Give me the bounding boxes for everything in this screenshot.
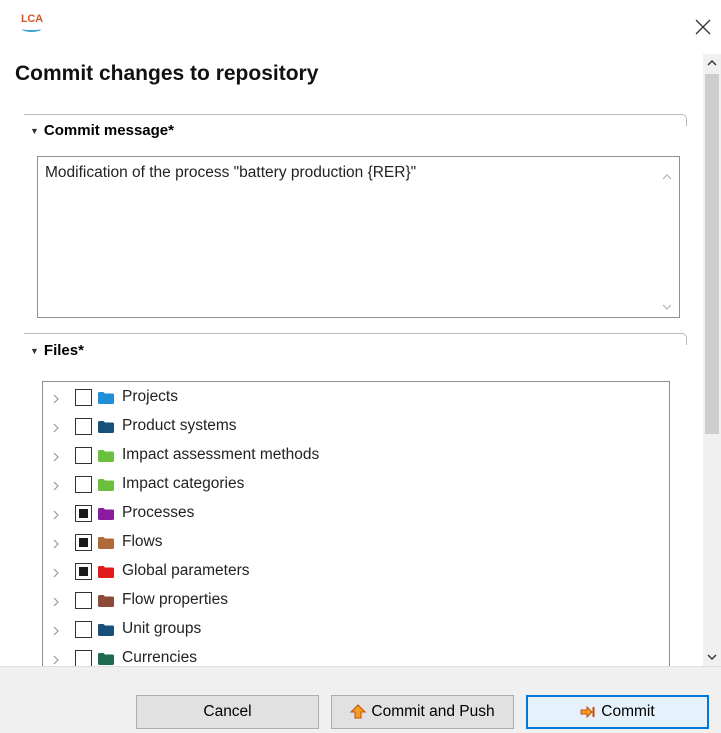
tree-item-checkbox[interactable] bbox=[75, 534, 92, 551]
collapse-triangle-icon: ▼ bbox=[30, 345, 39, 356]
tree-item-label: Flow properties bbox=[122, 591, 228, 608]
commit-button[interactable]: Commit bbox=[526, 695, 709, 729]
folder-icon bbox=[98, 623, 114, 636]
title-bar: LCA bbox=[0, 0, 721, 56]
button-bar: Cancel Commit and Push Commit bbox=[0, 666, 721, 733]
tree-item-label: Unit groups bbox=[122, 620, 202, 637]
expand-chevron-icon[interactable] bbox=[51, 653, 61, 665]
tree-item-label: Projects bbox=[122, 388, 178, 405]
folder-icon bbox=[98, 478, 114, 491]
folder-icon bbox=[98, 507, 114, 520]
push-arrow-icon bbox=[350, 704, 367, 719]
collapse-triangle-icon: ▼ bbox=[30, 125, 39, 136]
tree-item-checkbox[interactable] bbox=[75, 650, 92, 667]
tree-item-label: Global parameters bbox=[122, 562, 250, 579]
tree-item-checkbox[interactable] bbox=[75, 563, 92, 580]
folder-icon bbox=[98, 449, 114, 462]
files-header-label: Files* bbox=[43, 342, 84, 359]
tree-item[interactable]: Product systems bbox=[43, 412, 669, 441]
commit-and-push-label: Commit and Push bbox=[371, 703, 495, 720]
commit-message-text[interactable]: Modification of the process "battery pro… bbox=[45, 164, 416, 182]
tree-item-label: Impact assessment methods bbox=[122, 446, 320, 463]
expand-chevron-icon[interactable] bbox=[51, 392, 61, 404]
folder-icon bbox=[98, 652, 114, 665]
expand-chevron-icon[interactable] bbox=[51, 479, 61, 491]
tree-item-checkbox[interactable] bbox=[75, 389, 92, 406]
files-tree[interactable]: Projects Product systems Impact assessment… bbox=[42, 381, 670, 667]
scroll-up-icon[interactable] bbox=[703, 54, 721, 72]
tree-item-label: Impact categories bbox=[122, 475, 245, 492]
textarea-scroll-down-icon[interactable] bbox=[661, 299, 673, 310]
app-logo-icon: LCA bbox=[21, 12, 43, 34]
tree-item[interactable]: Global parameters bbox=[43, 557, 669, 586]
tree-item-label: Processes bbox=[122, 504, 195, 521]
tree-item-checkbox[interactable] bbox=[75, 418, 92, 435]
tree-item[interactable]: Impact categories bbox=[43, 470, 669, 499]
tree-item-label: Flows bbox=[122, 533, 163, 550]
tree-item-checkbox[interactable] bbox=[75, 592, 92, 609]
dialog-scrollbar[interactable] bbox=[703, 54, 721, 666]
tree-item[interactable]: Projects bbox=[43, 383, 669, 412]
tree-item[interactable]: Currencies bbox=[43, 644, 669, 667]
commit-message-textarea[interactable]: Modification of the process "battery pro… bbox=[37, 156, 680, 318]
tree-item-label: Product systems bbox=[122, 417, 237, 434]
folder-icon bbox=[98, 565, 114, 578]
commit-button-label: Commit bbox=[601, 703, 655, 720]
expand-chevron-icon[interactable] bbox=[51, 595, 61, 607]
tree-item[interactable]: Unit groups bbox=[43, 615, 669, 644]
expand-chevron-icon[interactable] bbox=[51, 537, 61, 549]
folder-icon bbox=[98, 536, 114, 549]
tree-item[interactable]: Impact assessment methods bbox=[43, 441, 669, 470]
commit-and-push-button[interactable]: Commit and Push bbox=[331, 695, 514, 729]
cancel-button[interactable]: Cancel bbox=[136, 695, 319, 729]
expand-chevron-icon[interactable] bbox=[51, 566, 61, 578]
folder-icon bbox=[98, 420, 114, 433]
app-logo-text: LCA bbox=[21, 13, 43, 25]
tree-item[interactable]: Flow properties bbox=[43, 586, 669, 615]
scroll-down-icon[interactable] bbox=[703, 648, 721, 666]
tree-item[interactable]: Flows bbox=[43, 528, 669, 557]
cancel-button-label: Cancel bbox=[203, 703, 252, 720]
textarea-scroll-up-icon[interactable] bbox=[661, 169, 673, 180]
tree-item-checkbox[interactable] bbox=[75, 505, 92, 522]
dialog-title: Commit changes to repository bbox=[15, 62, 319, 85]
expand-chevron-icon[interactable] bbox=[51, 508, 61, 520]
files-section-border bbox=[24, 333, 687, 345]
expand-chevron-icon[interactable] bbox=[51, 450, 61, 462]
expand-chevron-icon[interactable] bbox=[51, 421, 61, 433]
folder-icon bbox=[98, 391, 114, 404]
tree-item-label: Currencies bbox=[122, 649, 197, 666]
tree-item-checkbox[interactable] bbox=[75, 476, 92, 493]
tree-item-checkbox[interactable] bbox=[75, 447, 92, 464]
commit-arrow-icon bbox=[580, 705, 595, 719]
folder-icon bbox=[98, 594, 114, 607]
expand-chevron-icon[interactable] bbox=[51, 624, 61, 636]
commit-message-section-header[interactable]: ▼ Commit message* bbox=[30, 122, 174, 139]
close-icon[interactable] bbox=[693, 17, 713, 37]
files-section-header[interactable]: ▼ Files* bbox=[30, 342, 84, 359]
tree-item[interactable]: Processes bbox=[43, 499, 669, 528]
scrollbar-thumb[interactable] bbox=[705, 74, 719, 434]
commit-message-header-label: Commit message* bbox=[43, 122, 174, 139]
tree-item-checkbox[interactable] bbox=[75, 621, 92, 638]
